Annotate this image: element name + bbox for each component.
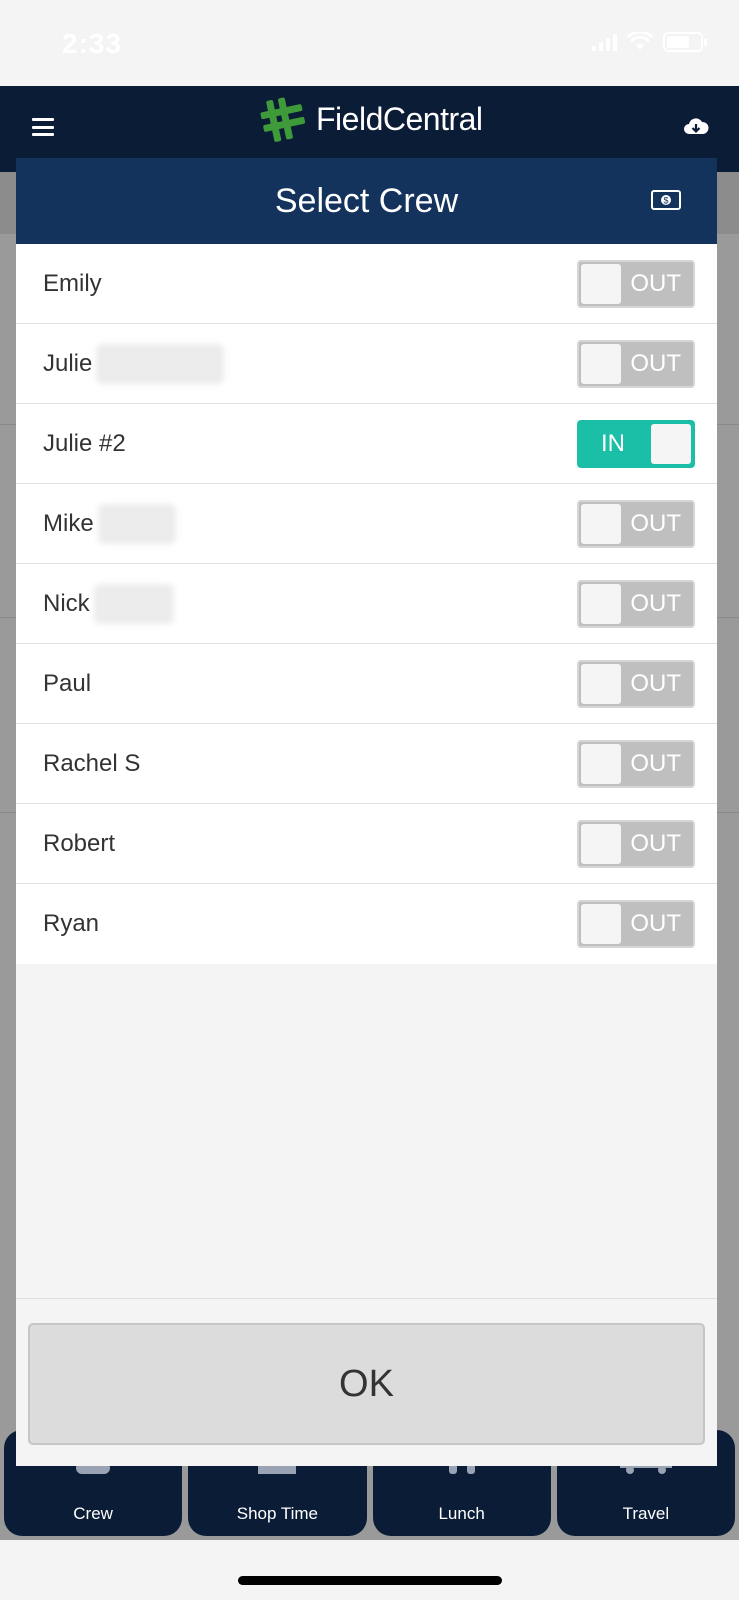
crew-status-toggle[interactable]: OUT (577, 739, 695, 788)
crew-name: Mike (43, 503, 176, 544)
home-area (0, 1540, 739, 1600)
crew-name: Rachel S (43, 749, 141, 777)
status-icons (592, 32, 707, 52)
crew-row: Ryan OUT (16, 884, 717, 964)
tab-label: Shop Time (236, 1504, 318, 1523)
crew-status-toggle[interactable]: OUT (577, 900, 695, 948)
signal-icon (592, 33, 617, 51)
crew-name: Ryan (43, 910, 100, 937)
crew-status-toggle[interactable]: OUT (577, 659, 695, 708)
modal-footer: OK (16, 1298, 717, 1466)
modal-header: Select Crew $ (16, 158, 717, 244)
crew-list: Emily OUT Julie OUT Julie #2 IN Mike OUT… (16, 244, 717, 964)
svg-text:$: $ (663, 196, 668, 206)
crew-name: Julie #2 (43, 429, 126, 457)
crew-status-toggle[interactable]: OUT (577, 339, 695, 388)
crew-status-toggle[interactable]: OUT (577, 499, 695, 548)
home-indicator[interactable] (238, 1576, 502, 1585)
crew-name: Nick (43, 583, 174, 624)
app-name: FieldCentral (316, 100, 483, 137)
crew-row: Robert OUT (16, 804, 717, 884)
crew-status-toggle[interactable]: IN (577, 419, 695, 468)
wifi-icon (627, 32, 653, 50)
redacted-surname (96, 343, 225, 384)
status-time: 2:33 (62, 28, 123, 59)
crew-name: Emily (43, 269, 102, 297)
crew-row: Julie OUT (16, 324, 717, 404)
crew-row: Paul OUT (16, 644, 717, 724)
fieldcentral-logo-icon (260, 97, 306, 142)
crew-status-toggle[interactable]: OUT (577, 579, 695, 628)
status-bar: 2:33 (0, 0, 739, 86)
ok-label: OK (339, 1362, 394, 1405)
crew-status-toggle[interactable]: OUT (577, 259, 695, 308)
crew-row: Nick OUT (16, 564, 717, 644)
tab-label: Travel (622, 1504, 670, 1523)
cloud-download-icon[interactable] (683, 116, 709, 138)
tab-label: Lunch (438, 1504, 485, 1523)
crew-name: Robert (43, 829, 116, 857)
crew-row: Julie #2 IN (16, 404, 717, 484)
app-logo: FieldCentral (258, 94, 483, 144)
crew-name: Julie (43, 343, 225, 384)
crew-name: Paul (43, 669, 92, 697)
crew-row: Rachel S OUT (16, 724, 717, 804)
menu-icon[interactable] (32, 118, 54, 136)
cash-icon[interactable]: $ (651, 190, 681, 210)
battery-icon (663, 32, 707, 52)
crew-row: Mike OUT (16, 484, 717, 564)
crew-row: Emily OUT (16, 244, 717, 324)
select-crew-modal: Select Crew $ Emily OUT Julie OUT Julie … (16, 158, 717, 1466)
ok-button[interactable]: OK (28, 1323, 705, 1445)
redacted-surname (97, 503, 176, 544)
crew-status-toggle[interactable]: OUT (577, 819, 695, 868)
tab-label: Crew (73, 1504, 113, 1523)
redacted-surname (93, 583, 174, 624)
modal-title: Select Crew (274, 181, 459, 220)
